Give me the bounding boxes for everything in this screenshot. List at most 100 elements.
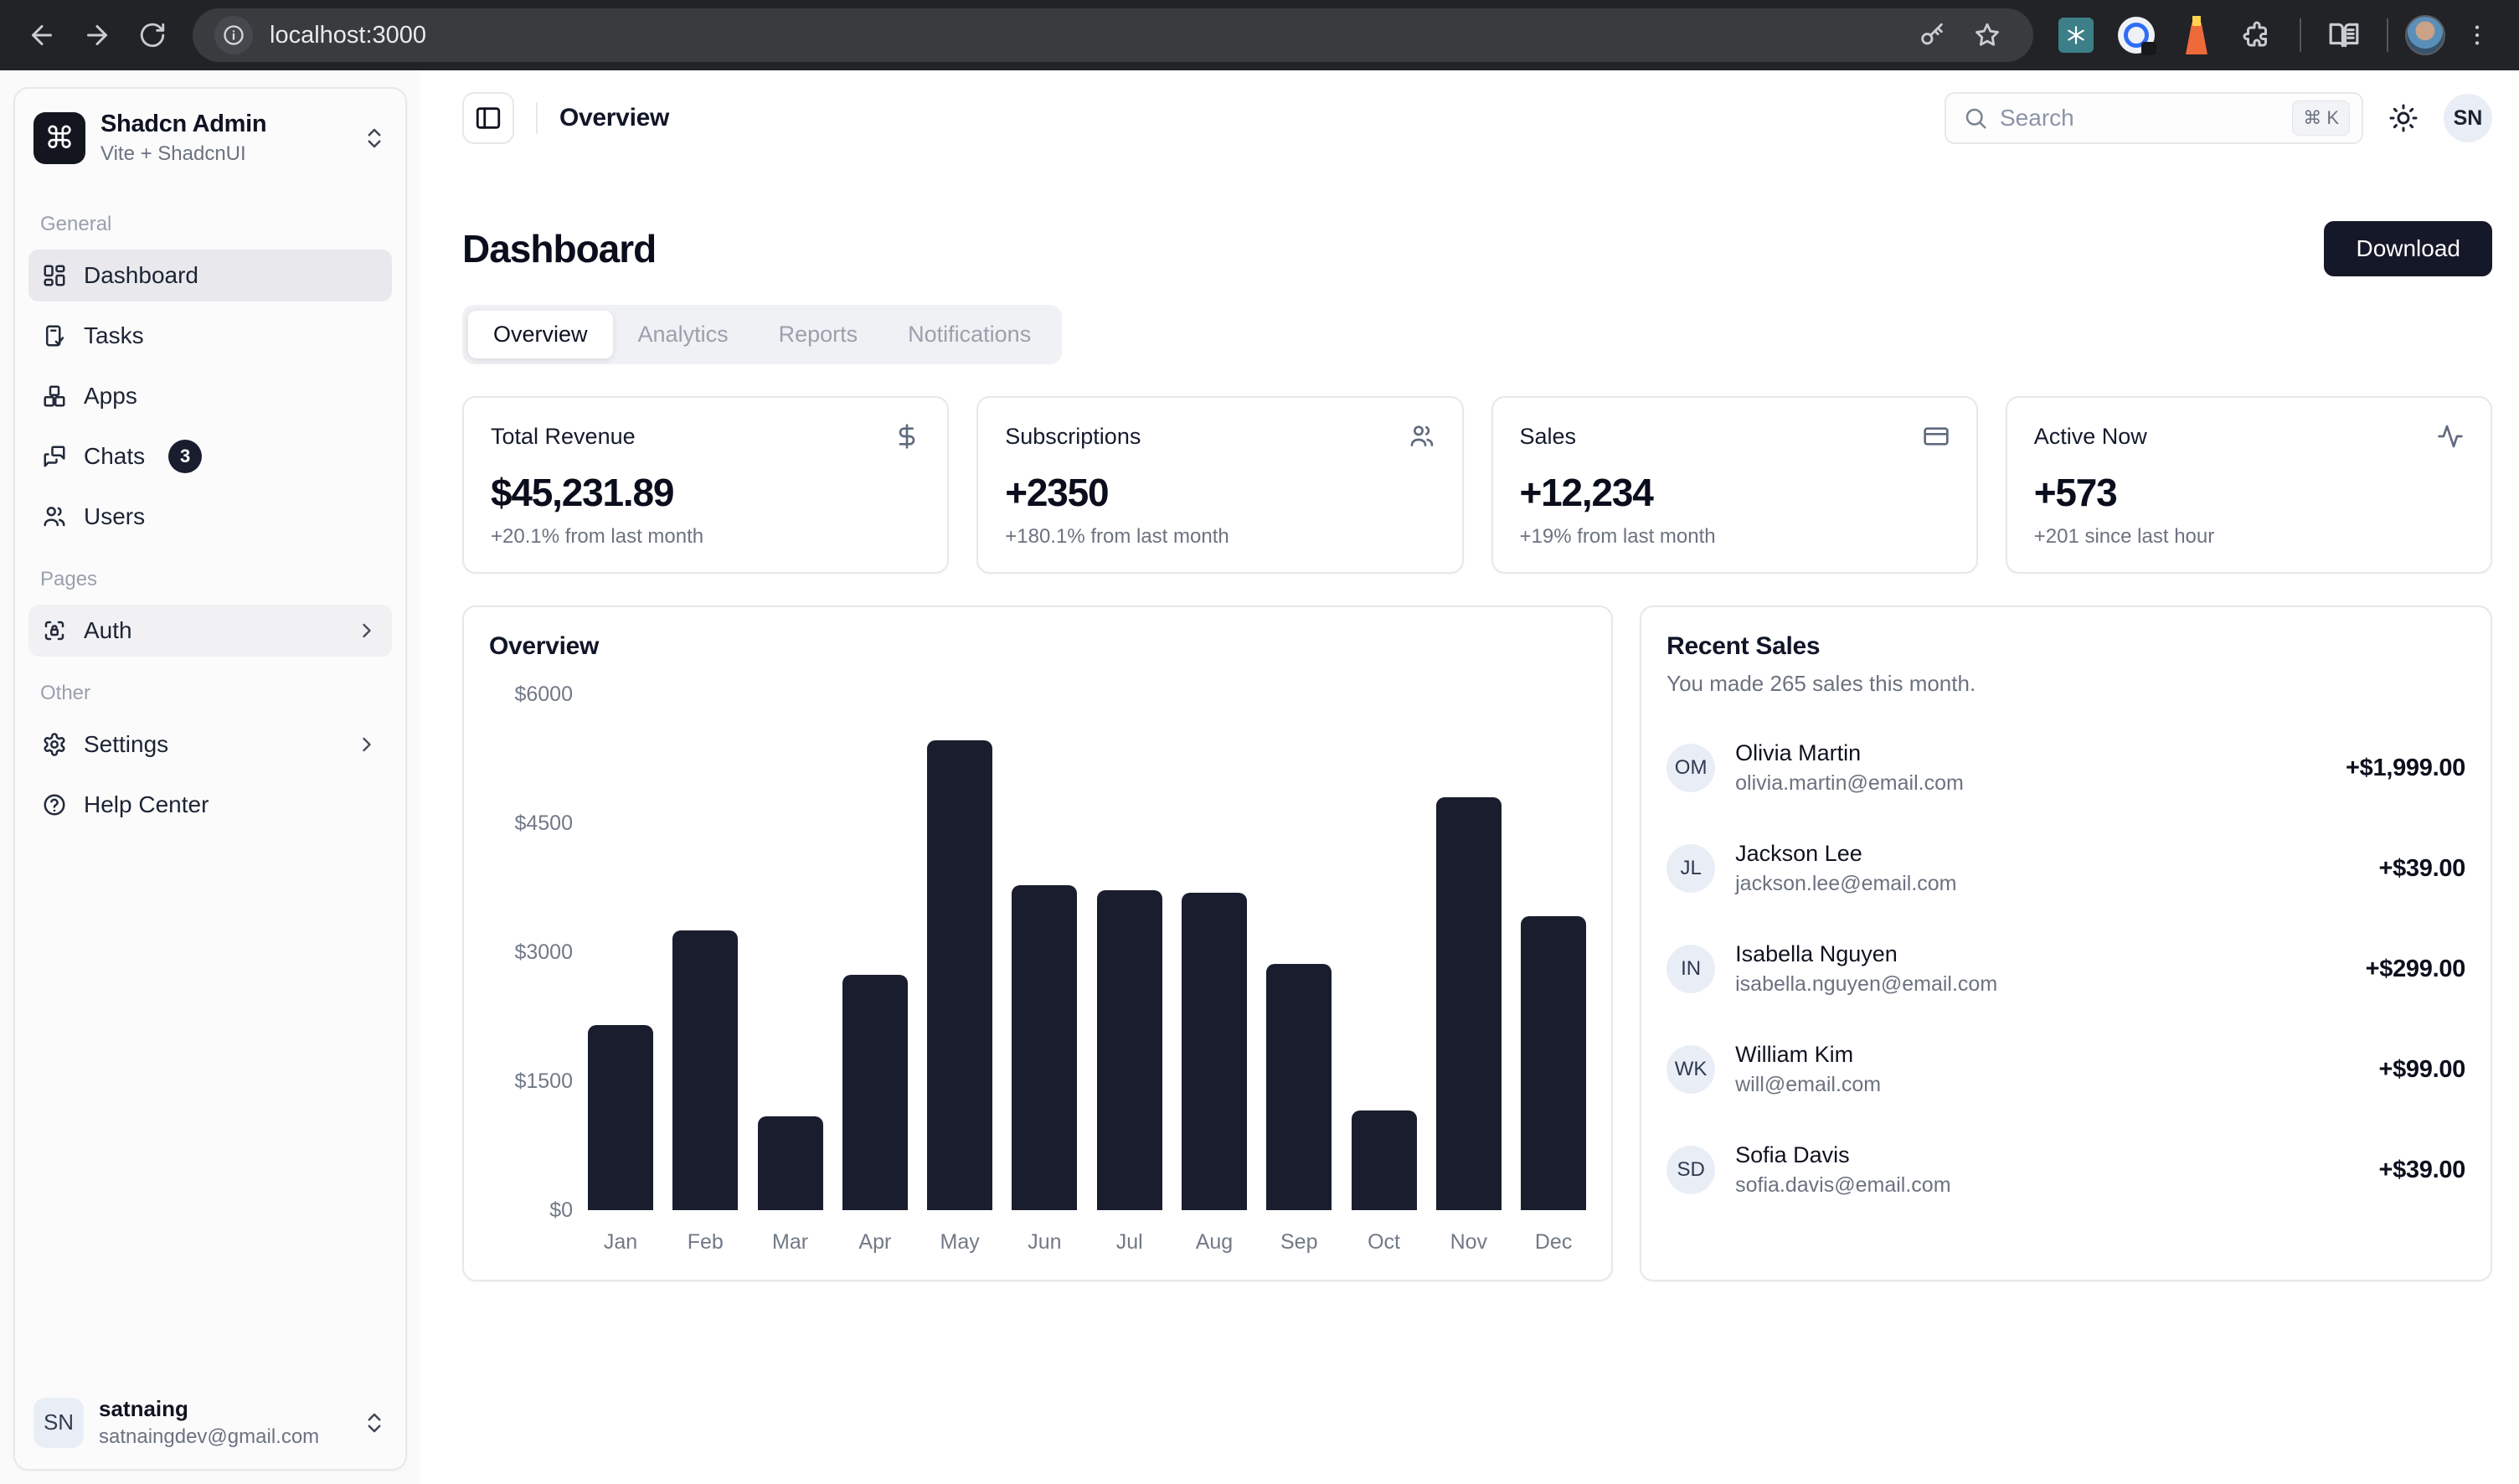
search-input[interactable] <box>2000 105 2280 131</box>
chart-bar-dec[interactable] <box>1521 916 1586 1210</box>
stat-title: Active Now <box>2034 424 2147 450</box>
stat-card-active-now: Active Now +573 +201 since last hour <box>2006 396 2492 574</box>
y-axis-tick: $0 <box>489 1198 573 1223</box>
chrome-divider <box>2300 18 2301 52</box>
back-arrow-icon[interactable] <box>18 12 65 59</box>
stat-value: $45,231.89 <box>491 470 920 515</box>
sidebar-item-settings[interactable]: Settings <box>28 719 392 770</box>
stat-value: +573 <box>2034 470 2464 515</box>
auth-icon <box>42 618 67 643</box>
sidebar-user-menu[interactable]: SN satnaing satnaingdev@gmail.com <box>15 1376 405 1469</box>
stat-change: +180.1% from last month <box>1005 525 1435 549</box>
team-plan: Vite + ShadcnUI <box>100 142 347 166</box>
x-axis-label: Nov <box>1436 1230 1502 1255</box>
y-axis-tick: $3000 <box>489 940 573 965</box>
tab-overview[interactable]: Overview <box>468 311 613 358</box>
chart-bar-apr[interactable] <box>842 975 908 1210</box>
tab-reports[interactable]: Reports <box>754 311 883 358</box>
download-button[interactable]: Download <box>2324 221 2492 276</box>
y-axis-tick: $4500 <box>489 811 573 836</box>
x-axis-label: Feb <box>672 1230 738 1255</box>
sale-email: sofia.davis@email.com <box>1735 1173 1950 1198</box>
reload-icon[interactable] <box>129 12 176 59</box>
forward-arrow-icon[interactable] <box>74 12 121 59</box>
chart-bar-mar[interactable] <box>758 1116 823 1210</box>
team-switcher[interactable]: ⌘ Shadcn Admin Vite + ShadcnUI <box>15 89 405 188</box>
extensions-puzzle-icon[interactable] <box>2238 16 2276 54</box>
chevron-right-icon <box>355 619 379 642</box>
sale-name: William Kim <box>1735 1042 1881 1068</box>
chart-bar-jun[interactable] <box>1012 885 1077 1210</box>
stat-change: +19% from last month <box>1520 525 1950 549</box>
chart-bar-sep[interactable] <box>1266 964 1332 1210</box>
sale-row: WKWilliam Kimwill@email.com+$99.00 <box>1666 1042 2465 1097</box>
extension-1password-icon[interactable] <box>2117 16 2156 54</box>
stat-card-sales: Sales+12,234+19% from last month <box>1491 396 1978 574</box>
user-name: satnaing <box>99 1396 347 1422</box>
stat-change: +20.1% from last month <box>491 525 920 549</box>
sidebar-toggle-button[interactable] <box>462 92 514 144</box>
users2-icon <box>1409 423 1435 450</box>
recent-sales-card: Recent Sales You made 265 sales this mon… <box>1640 605 2492 1281</box>
x-axis-label: Mar <box>758 1230 823 1255</box>
profile-avatar[interactable] <box>2405 15 2445 55</box>
extension-lighthouse-icon[interactable] <box>2177 16 2216 54</box>
address-bar[interactable]: localhost:3000 <box>193 8 2033 62</box>
sale-email: will@email.com <box>1735 1073 1881 1097</box>
dollar-icon <box>894 423 920 450</box>
chart-bar-aug[interactable] <box>1182 893 1247 1210</box>
sale-amount: +$1,999.00 <box>2346 755 2465 782</box>
sidebar-item-auth[interactable]: Auth <box>28 605 392 657</box>
browser-chrome: localhost:3000 <box>0 0 2519 70</box>
sale-row: INIsabella Nguyenisabella.nguyen@email.c… <box>1666 941 2465 997</box>
sidebar-item-label: Users <box>84 503 145 530</box>
stat-card-total-revenue: Total Revenue$45,231.89+20.1% from last … <box>462 396 949 574</box>
sidebar-item-apps[interactable]: Apps <box>28 370 392 422</box>
y-axis-tick: $1500 <box>489 1069 573 1094</box>
sale-avatar: SD <box>1666 1146 1715 1194</box>
apps-icon <box>42 384 67 409</box>
x-axis-label: Oct <box>1352 1230 1417 1255</box>
search-box[interactable]: ⌘ K <box>1945 92 2363 144</box>
recent-sales-subtitle: You made 265 sales this month. <box>1666 671 2465 697</box>
stat-value: +12,234 <box>1520 470 1950 515</box>
password-key-icon[interactable] <box>1918 21 1946 49</box>
credit-card-icon <box>1923 423 1950 450</box>
extension-teal-icon[interactable] <box>2057 16 2095 54</box>
sidebar: ⌘ Shadcn Admin Vite + ShadcnUI GeneralDa… <box>13 87 407 1471</box>
chart-card-title: Overview <box>489 632 1586 661</box>
main-area: Overview ⌘ K SN Dashboard Download Overv… <box>420 70 2519 1484</box>
x-axis-label: Jun <box>1012 1230 1077 1255</box>
reading-list-book-icon[interactable] <box>2325 16 2363 54</box>
sale-avatar: OM <box>1666 744 1715 792</box>
bookmark-star-icon[interactable] <box>1973 21 2001 49</box>
chrome-divider <box>2387 18 2388 52</box>
sidebar-item-tasks[interactable]: Tasks <box>28 310 392 362</box>
chart-bar-nov[interactable] <box>1436 797 1502 1210</box>
chart-bar-jan[interactable] <box>588 1025 653 1210</box>
stat-title: Subscriptions <box>1005 424 1141 450</box>
tab-analytics[interactable]: Analytics <box>613 311 754 358</box>
sidebar-item-users[interactable]: Users <box>28 491 392 543</box>
user-email: satnaingdev@gmail.com <box>99 1425 347 1449</box>
header-avatar[interactable]: SN <box>2444 94 2492 142</box>
x-axis-label: Jan <box>588 1230 653 1255</box>
stat-change: +201 since last hour <box>2034 525 2464 549</box>
chart-bar-oct[interactable] <box>1352 1110 1417 1210</box>
top-header: Overview ⌘ K SN <box>420 70 2519 144</box>
sidebar-item-help-center[interactable]: Help Center <box>28 779 392 831</box>
chart-bar-feb[interactable] <box>672 930 738 1210</box>
sale-amount: +$39.00 <box>2378 1157 2465 1184</box>
search-kbd: ⌘ K <box>2292 100 2350 136</box>
sidebar-item-dashboard[interactable]: Dashboard <box>28 250 392 301</box>
activity-icon <box>2437 423 2464 450</box>
tab-notifications[interactable]: Notifications <box>883 311 1056 358</box>
chart-bar-jul[interactable] <box>1097 890 1162 1210</box>
bar-chart: $0$1500$3000$4500$6000 JanFebMarAprMayJu… <box>489 694 1586 1255</box>
site-info-icon[interactable] <box>214 16 253 54</box>
theme-toggle-button[interactable] <box>2388 103 2419 133</box>
chart-bar-may[interactable] <box>927 740 992 1210</box>
kebab-menu-icon[interactable] <box>2454 12 2501 59</box>
command-icon: ⌘ <box>33 112 85 164</box>
sidebar-item-chats[interactable]: Chats3 <box>28 430 392 482</box>
